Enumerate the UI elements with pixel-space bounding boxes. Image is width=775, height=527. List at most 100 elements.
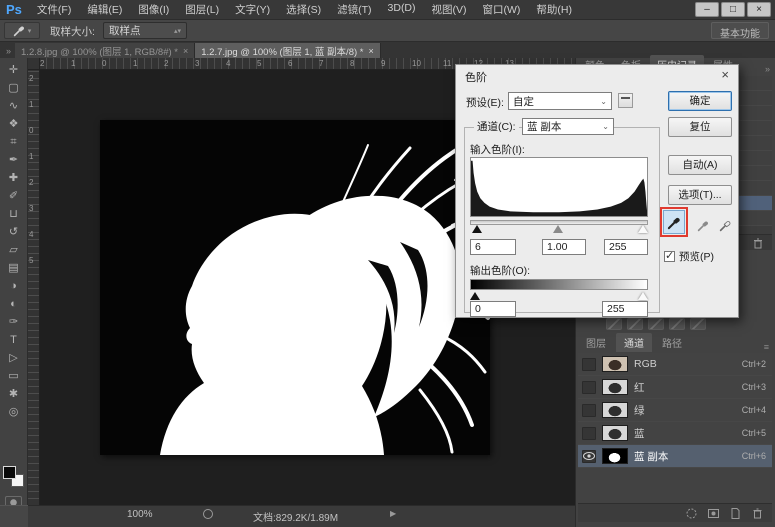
visibility-toggle[interactable] bbox=[582, 450, 596, 463]
sample-size-label: 取样大小: bbox=[50, 24, 95, 39]
panel-footer-button[interactable] bbox=[627, 318, 643, 330]
clone-stamp-tool[interactable]: ⊔ bbox=[0, 206, 27, 223]
channel-shortcut: Ctrl+6 bbox=[742, 451, 766, 461]
current-tool-button[interactable]: ▾ bbox=[4, 22, 40, 39]
dodge-tool[interactable]: ◐ bbox=[0, 296, 27, 313]
new-channel-icon[interactable] bbox=[729, 507, 742, 520]
output-shadow-field[interactable]: 0 bbox=[470, 301, 516, 317]
channel-row-red[interactable]: 红 Ctrl+3 bbox=[578, 376, 772, 399]
menu-item[interactable]: 图层(L) bbox=[178, 0, 226, 19]
delete-channel-icon[interactable] bbox=[751, 507, 764, 520]
output-highlight-field[interactable]: 255 bbox=[602, 301, 648, 317]
channel-dropdown[interactable]: 蓝 副本⌄ bbox=[522, 118, 614, 135]
tab-close-icon[interactable]: × bbox=[183, 46, 188, 56]
menu-item[interactable]: 滤镜(T) bbox=[330, 0, 378, 19]
sample-size-dropdown[interactable]: 取样点 ▴▾ bbox=[103, 22, 187, 39]
dock-collapse-icon[interactable]: » bbox=[0, 46, 15, 58]
minimize-button[interactable]: – bbox=[695, 2, 719, 17]
move-tool[interactable]: ✛ bbox=[0, 62, 27, 79]
gray-point-eyedropper[interactable] bbox=[692, 213, 714, 237]
dialog-close-icon[interactable]: × bbox=[721, 67, 729, 82]
zoom-level-field[interactable]: 100% bbox=[127, 509, 153, 520]
path-selection-tool[interactable]: ▷ bbox=[0, 350, 27, 367]
save-selection-icon[interactable] bbox=[707, 507, 720, 520]
channel-row-green[interactable]: 绿 Ctrl+4 bbox=[578, 399, 772, 422]
eyedropper-icon bbox=[697, 219, 710, 232]
marquee-tool[interactable]: ▢ bbox=[0, 80, 27, 97]
workspace-button[interactable]: 基本功能 bbox=[711, 22, 769, 39]
maximize-button[interactable]: □ bbox=[721, 2, 745, 17]
hand-tool[interactable]: ✱ bbox=[0, 386, 27, 403]
white-point-eyedropper[interactable] bbox=[714, 213, 736, 237]
menu-item[interactable]: 编辑(E) bbox=[80, 0, 129, 19]
tab-layers[interactable]: 图层 bbox=[578, 333, 614, 352]
channel-row-blue[interactable]: 蓝 Ctrl+5 bbox=[578, 422, 772, 445]
menu-item[interactable]: 文字(Y) bbox=[228, 0, 277, 19]
eraser-tool[interactable]: ▱ bbox=[0, 242, 27, 259]
preset-dropdown[interactable]: 自定⌄ bbox=[508, 92, 612, 110]
options-button[interactable]: 选项(T)... bbox=[668, 185, 732, 205]
options-bar: ▾ 取样大小: 取样点 ▴▾ 基本功能 bbox=[0, 20, 775, 42]
input-shadow-slider[interactable] bbox=[472, 225, 482, 233]
panel-footer-button[interactable] bbox=[690, 318, 706, 330]
output-shadow-slider[interactable] bbox=[470, 292, 480, 300]
checkbox-checked-icon[interactable] bbox=[664, 251, 675, 262]
panel-footer-button[interactable] bbox=[648, 318, 664, 330]
gradient-tool[interactable]: ▤ bbox=[0, 260, 27, 277]
eyedropper-tool[interactable]: ✒ bbox=[0, 152, 27, 169]
zoom-tool[interactable]: ◎ bbox=[0, 404, 27, 421]
tab-channels[interactable]: 通道 bbox=[616, 333, 652, 352]
foreground-color-swatch[interactable] bbox=[3, 466, 16, 479]
brush-tool[interactable]: ✐ bbox=[0, 188, 27, 205]
ok-button[interactable]: 确定 bbox=[668, 91, 732, 111]
menu-item[interactable]: 选择(S) bbox=[279, 0, 328, 19]
healing-brush-tool[interactable]: ✚ bbox=[0, 170, 27, 187]
auto-button[interactable]: 自动(A) bbox=[668, 155, 732, 175]
document-tab-active[interactable]: 1.2.7.jpg @ 100% (图层 1, 蓝 副本/8) * × bbox=[195, 43, 381, 58]
dock-collapse-icon[interactable]: » bbox=[765, 64, 772, 74]
menu-item[interactable]: 文件(F) bbox=[30, 0, 78, 19]
preset-menu-button[interactable] bbox=[618, 93, 633, 108]
menu-item[interactable]: 视图(V) bbox=[425, 0, 474, 19]
document-tab[interactable]: 1.2.8.jpg @ 100% (图层 1, RGB/8#) * × bbox=[15, 43, 195, 58]
tab-paths[interactable]: 路径 bbox=[654, 333, 690, 352]
pen-tool[interactable]: ✑ bbox=[0, 314, 27, 331]
visibility-toggle[interactable] bbox=[582, 381, 596, 394]
visibility-toggle[interactable] bbox=[582, 358, 596, 371]
type-tool[interactable]: T bbox=[0, 332, 27, 349]
visibility-toggle[interactable] bbox=[582, 404, 596, 417]
menu-item[interactable]: 帮助(H) bbox=[529, 0, 579, 19]
tab-close-icon[interactable]: × bbox=[368, 46, 373, 56]
input-midtone-slider[interactable] bbox=[553, 225, 563, 233]
status-expander-icon[interactable]: ▶ bbox=[390, 509, 396, 518]
menu-item[interactable]: 图像(I) bbox=[131, 0, 176, 19]
input-gamma-field[interactable]: 1.00 bbox=[542, 239, 586, 255]
panel-footer-button[interactable] bbox=[669, 318, 685, 330]
color-swatches[interactable] bbox=[3, 466, 25, 488]
input-shadow-field[interactable]: 6 bbox=[470, 239, 516, 255]
preview-checkbox[interactable]: 预览(P) bbox=[664, 249, 714, 264]
panel-menu-icon[interactable]: ≡ bbox=[764, 342, 772, 352]
blur-tool[interactable]: ◑ bbox=[0, 278, 27, 295]
panel-footer-button[interactable] bbox=[606, 318, 622, 330]
load-selection-icon[interactable] bbox=[685, 507, 698, 520]
input-highlight-field[interactable]: 255 bbox=[604, 239, 648, 255]
lasso-tool[interactable]: ∿ bbox=[0, 98, 27, 115]
crop-tool[interactable]: ⌗ bbox=[0, 134, 27, 151]
channel-row-rgb[interactable]: RGB Ctrl+2 bbox=[578, 353, 772, 376]
reset-button[interactable]: 复位 bbox=[668, 117, 732, 137]
close-button[interactable]: × bbox=[747, 2, 771, 17]
menu-bar: Ps 文件(F)编辑(E)图像(I)图层(L)文字(Y)选择(S)滤镜(T)3D… bbox=[0, 0, 775, 20]
visibility-toggle[interactable] bbox=[582, 427, 596, 440]
quick-selection-tool[interactable]: ❖ bbox=[0, 116, 27, 133]
menu-item[interactable]: 窗口(W) bbox=[476, 0, 528, 19]
menu-item[interactable]: 3D(D) bbox=[381, 0, 423, 19]
trash-icon[interactable] bbox=[752, 237, 764, 249]
canvas-image[interactable]: hijia.com 之 bbox=[100, 120, 490, 455]
output-highlight-slider[interactable] bbox=[638, 292, 648, 300]
input-highlight-slider[interactable] bbox=[638, 225, 648, 233]
rectangle-tool[interactable]: ▭ bbox=[0, 368, 27, 385]
history-brush-tool[interactable]: ↺ bbox=[0, 224, 27, 241]
channel-label: 通道(C): bbox=[474, 119, 519, 134]
channel-row-blue-copy-selected[interactable]: 蓝 副本 Ctrl+6 bbox=[578, 445, 772, 468]
